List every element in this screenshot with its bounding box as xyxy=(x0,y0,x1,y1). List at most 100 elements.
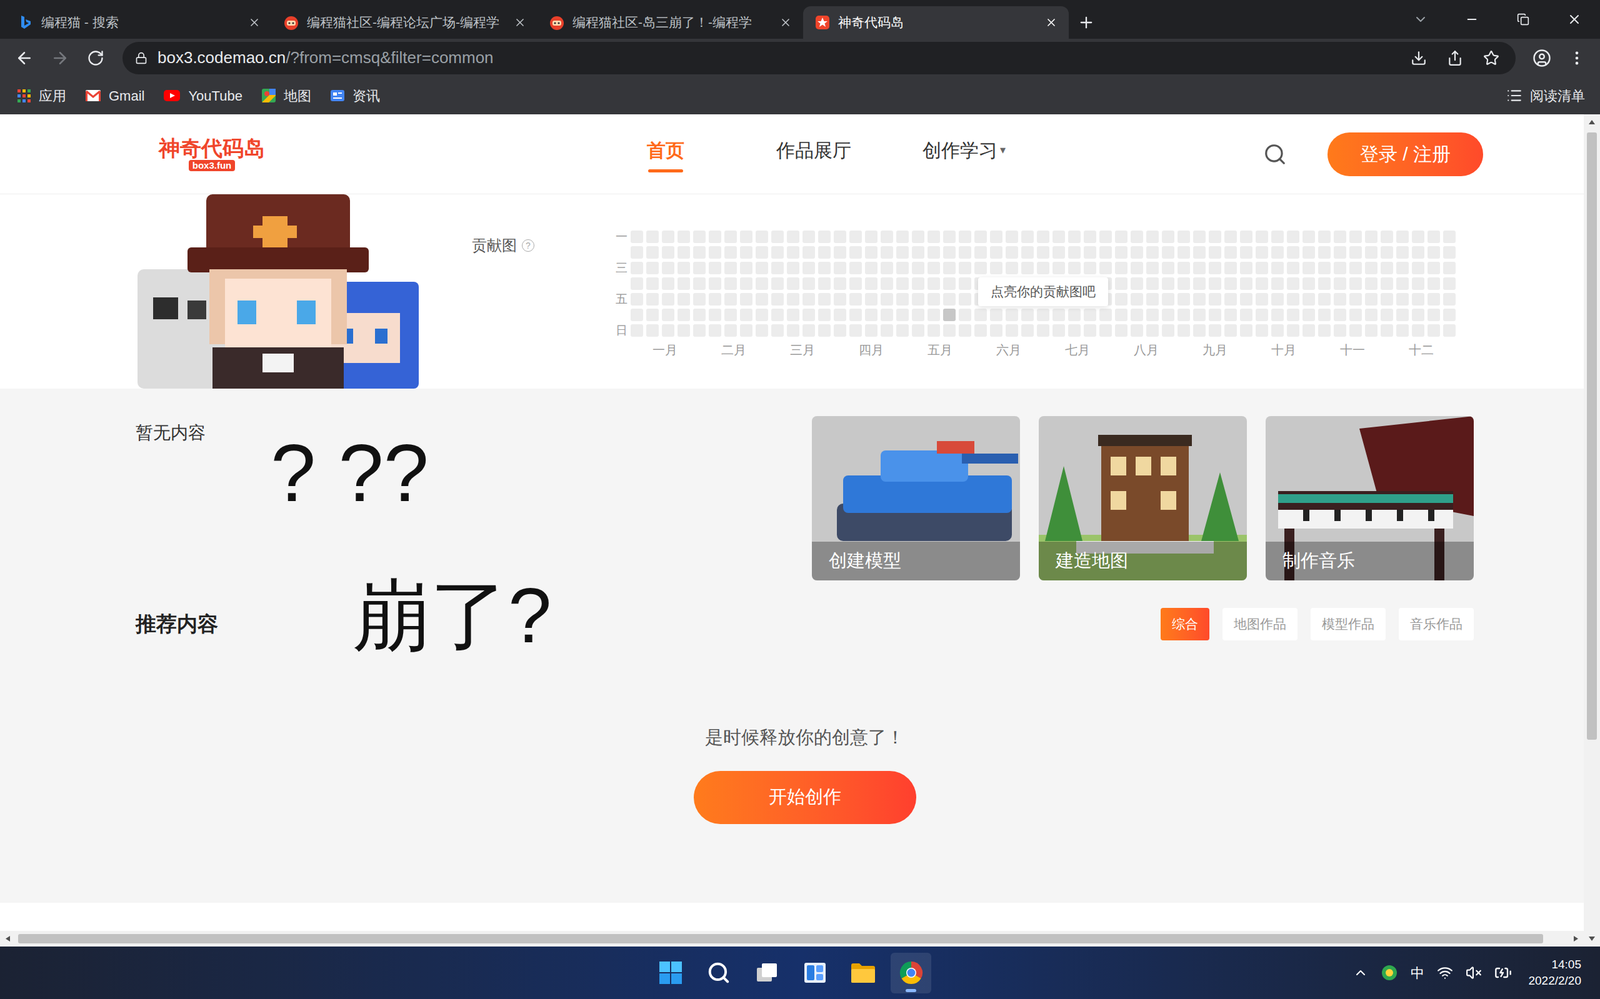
contribution-cell[interactable] xyxy=(1333,308,1347,322)
contribution-cell[interactable] xyxy=(661,246,675,259)
scroll-up-icon[interactable] xyxy=(1583,114,1600,131)
wifi-icon[interactable] xyxy=(1436,965,1454,982)
contribution-cell[interactable] xyxy=(958,261,972,275)
contribution-cell[interactable] xyxy=(740,293,753,306)
contribution-cell[interactable] xyxy=(786,246,800,259)
create-card[interactable]: 制作音乐 xyxy=(1265,416,1474,581)
contribution-cell[interactable] xyxy=(865,246,878,259)
contribution-cell[interactable] xyxy=(1349,308,1362,322)
contribution-cell[interactable] xyxy=(911,246,925,259)
contribution-cell[interactable] xyxy=(1208,324,1222,337)
contribution-cell[interactable] xyxy=(677,230,690,244)
contribution-cell[interactable] xyxy=(896,293,909,306)
contribution-cell[interactable] xyxy=(1286,230,1300,244)
contribution-cell[interactable] xyxy=(1115,246,1128,259)
contribution-cell[interactable] xyxy=(1130,230,1144,244)
contribution-cell[interactable] xyxy=(755,293,769,306)
contribution-cell[interactable] xyxy=(1396,261,1409,275)
contribution-cell[interactable] xyxy=(1365,230,1378,244)
contribution-cell[interactable] xyxy=(1396,246,1409,259)
browser-tab[interactable]: 编程猫 - 搜索 xyxy=(6,6,272,39)
contribution-cell[interactable] xyxy=(1286,293,1300,306)
contribution-cell[interactable] xyxy=(1146,261,1159,275)
contribution-cell[interactable] xyxy=(677,261,690,275)
contribution-cell[interactable] xyxy=(911,324,925,337)
contribution-cell[interactable] xyxy=(1271,277,1284,290)
contribution-cell[interactable] xyxy=(880,324,894,337)
bookmark-star-icon[interactable] xyxy=(1483,50,1500,67)
contribution-cell[interactable] xyxy=(1255,277,1269,290)
contribution-cell[interactable] xyxy=(1380,230,1394,244)
contribution-cell[interactable] xyxy=(786,277,800,290)
contribution-cell[interactable] xyxy=(974,246,987,259)
contribution-cell[interactable] xyxy=(865,261,878,275)
contribution-cell[interactable] xyxy=(911,308,925,322)
contribution-cell[interactable] xyxy=(865,230,878,244)
contribution-cell[interactable] xyxy=(1380,261,1394,275)
bookmark[interactable]: 资讯 xyxy=(330,85,380,107)
contribution-cell[interactable] xyxy=(1115,261,1128,275)
battery-icon[interactable] xyxy=(1494,964,1512,982)
contribution-cell[interactable] xyxy=(1349,246,1362,259)
contribution-cell[interactable] xyxy=(1365,308,1378,322)
contribution-cell[interactable] xyxy=(1255,230,1269,244)
contribution-cell[interactable] xyxy=(802,261,815,275)
contribution-cell[interactable] xyxy=(708,308,722,322)
contribution-cell[interactable] xyxy=(1068,246,1081,259)
contribution-cell[interactable] xyxy=(1177,246,1190,259)
contribution-cell[interactable] xyxy=(1161,261,1175,275)
contribution-cell[interactable] xyxy=(1255,293,1269,306)
contribution-cell[interactable] xyxy=(1396,277,1409,290)
contribution-cell[interactable] xyxy=(1099,246,1112,259)
contribution-cell[interactable] xyxy=(1083,230,1097,244)
contribution-cell[interactable] xyxy=(1021,308,1034,322)
contribution-cell[interactable] xyxy=(1427,246,1440,259)
contribution-cell[interactable] xyxy=(1240,261,1253,275)
contribution-cell[interactable] xyxy=(880,308,894,322)
contribution-cell[interactable] xyxy=(740,308,753,322)
contribution-cell[interactable] xyxy=(1411,308,1425,322)
contribution-cell[interactable] xyxy=(1427,261,1440,275)
contribution-cell[interactable] xyxy=(1193,230,1206,244)
contribution-cell[interactable] xyxy=(1286,324,1300,337)
contribution-cell[interactable] xyxy=(786,293,800,306)
contribution-cell[interactable] xyxy=(943,230,956,244)
contribution-cell[interactable] xyxy=(1177,230,1190,244)
filter-pill[interactable]: 模型作品 xyxy=(1310,608,1386,641)
contribution-cell[interactable] xyxy=(1443,246,1456,259)
contribution-cell[interactable] xyxy=(1224,324,1237,337)
contribution-cell[interactable] xyxy=(1177,324,1190,337)
taskbar-app[interactable] xyxy=(650,953,691,994)
contribution-cell[interactable] xyxy=(896,230,909,244)
contribution-cell[interactable] xyxy=(1005,246,1019,259)
contribution-cell[interactable] xyxy=(1333,277,1347,290)
contribution-cell[interactable] xyxy=(1318,261,1331,275)
taskbar-app[interactable] xyxy=(794,953,835,994)
contribution-cell[interactable] xyxy=(661,293,675,306)
contribution-cell[interactable] xyxy=(1240,324,1253,337)
contribution-cell[interactable] xyxy=(677,308,690,322)
contribution-cell[interactable] xyxy=(802,293,815,306)
back-button[interactable] xyxy=(11,45,37,71)
contribution-cell[interactable] xyxy=(1068,324,1081,337)
contribution-cell[interactable] xyxy=(880,246,894,259)
contribution-cell[interactable] xyxy=(740,277,753,290)
contribution-cell[interactable] xyxy=(911,230,925,244)
contribution-cell[interactable] xyxy=(771,230,784,244)
contribution-cell[interactable] xyxy=(1396,324,1409,337)
contribution-cell[interactable] xyxy=(1443,261,1456,275)
contribution-cell[interactable] xyxy=(1208,261,1222,275)
contribution-cell[interactable] xyxy=(724,308,737,322)
contribution-cell[interactable] xyxy=(1224,308,1237,322)
contribution-cell[interactable] xyxy=(1083,261,1097,275)
contribution-cell[interactable] xyxy=(646,261,659,275)
contribution-cell[interactable] xyxy=(1271,261,1284,275)
contribution-cell[interactable] xyxy=(1146,230,1159,244)
scroll-left-icon[interactable] xyxy=(0,931,17,947)
contribution-cell[interactable] xyxy=(1349,324,1362,337)
contribution-cell[interactable] xyxy=(1318,293,1331,306)
contribution-cell[interactable] xyxy=(1193,261,1206,275)
install-icon[interactable] xyxy=(1410,50,1427,67)
site-logo[interactable]: 神奇代码岛box3.fun xyxy=(158,137,266,172)
contribution-cell[interactable] xyxy=(755,261,769,275)
